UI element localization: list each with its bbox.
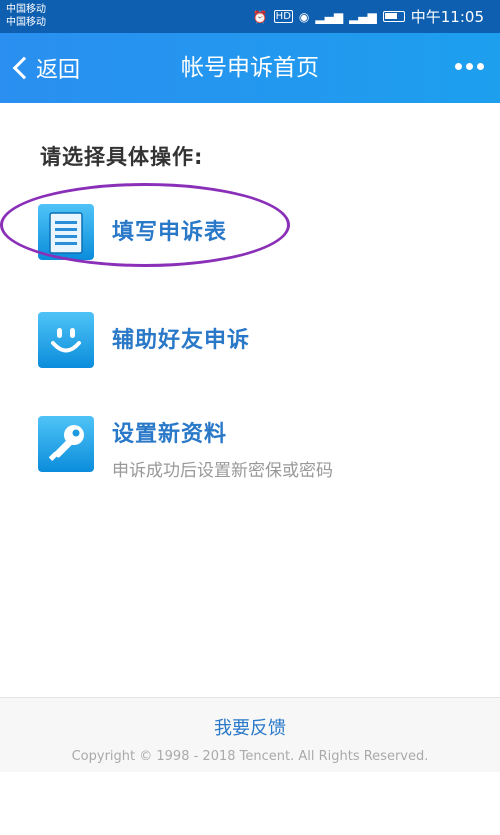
alarm-icon: ⏰ (252, 9, 268, 24)
eye-icon: ◉ (298, 9, 310, 24)
carrier-2: 中国移动 (6, 17, 46, 28)
footer: 我要反馈 Copyright © 1998 - 2018 Tencent. Al… (0, 697, 500, 773)
hd-icon: HD (273, 10, 293, 23)
signal-4g-icon: ▂▄▆ (315, 9, 344, 24)
nav-bar: 返回 帐号申诉首页 (0, 33, 500, 103)
prompt-heading: 请选择具体操作: (40, 145, 204, 169)
smiley-icon (38, 312, 94, 368)
option-sublabel: 申诉成功后设置新密保或密码 (112, 461, 333, 481)
battery-icon (382, 11, 405, 22)
more-dot (455, 63, 462, 70)
main-content: 请选择具体操作: 填写申诉表 辅助好友申诉 设置新资料 申诉成功后设置新密保或密… (0, 103, 500, 697)
option-label: 设置新资料 (112, 422, 228, 447)
option-friend-assist[interactable]: 辅助好友申诉 (38, 312, 250, 368)
option-set-new-info[interactable]: 设置新资料 申诉成功后设置新密保或密码 (38, 416, 333, 481)
feedback-link[interactable]: 我要反馈 (0, 714, 500, 740)
page-title: 帐号申诉首页 (181, 55, 319, 81)
signal-2g-icon: ▂▄▆ (349, 9, 377, 24)
more-button[interactable] (455, 63, 484, 70)
annotation-circle (0, 183, 290, 267)
status-icons: ⏰ HD ◉ ▂▄▆ ▂▄▆ 中午11:05 (253, 0, 484, 33)
copyright-text: Copyright © 1998 - 2018 Tencent. All Rig… (71, 749, 429, 764)
status-bar: 中国移动 中国移动 ⏰ HD ◉ ▂▄▆ ▂▄▆ 中午11:05 (0, 0, 500, 33)
carrier-1: 中国移动 (6, 4, 46, 15)
status-time: 中午11:05 (410, 8, 484, 26)
more-dot (466, 63, 473, 70)
bottom-area (0, 772, 500, 835)
key-icon (38, 416, 94, 472)
option-label: 辅助好友申诉 (112, 328, 251, 353)
carrier-info: 中国移动 中国移动 (6, 3, 46, 29)
more-dot (477, 63, 484, 70)
